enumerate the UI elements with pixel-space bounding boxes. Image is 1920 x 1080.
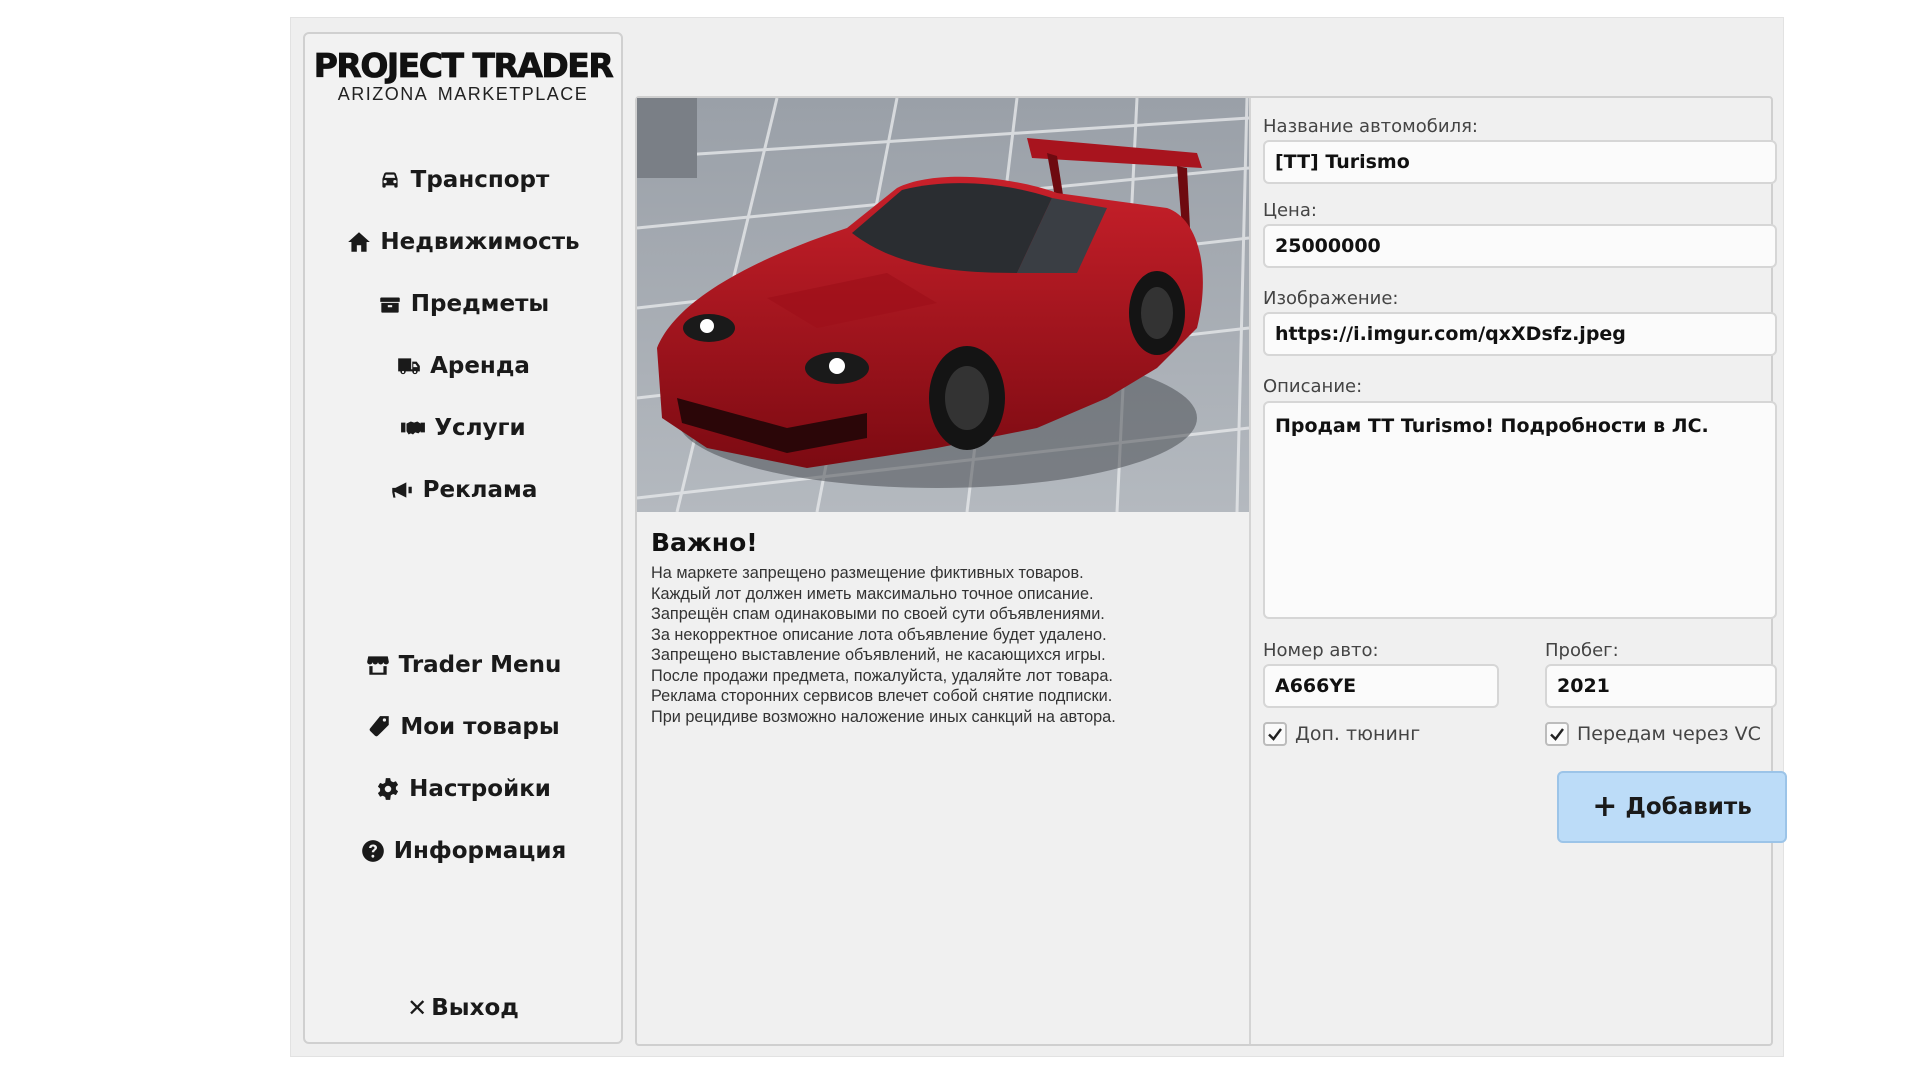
plate-input[interactable]: A666YE: [1263, 664, 1499, 708]
add-listing-button[interactable]: + Добавить: [1557, 771, 1787, 843]
close-icon: ✕: [407, 994, 428, 1022]
price-label: Цена:: [1263, 200, 1317, 221]
notice-line: Запрещено выставление объявлений, не кас…: [651, 646, 1106, 664]
nav-label: Предметы: [410, 291, 550, 317]
sidebar: PROJECT TRADER ARIZONA MARKETPLACE Транс…: [303, 32, 623, 1044]
nav-label: Настройки: [409, 776, 551, 802]
nav-label: Недвижимость: [380, 229, 580, 255]
tuning-label: Доп. тюнинг: [1295, 723, 1421, 745]
plus-icon: +: [1592, 789, 1618, 824]
nav-label: Информация: [393, 838, 567, 864]
nav-item-services[interactable]: Услуги: [305, 397, 621, 459]
add-button-label: Добавить: [1625, 794, 1752, 820]
home-icon: [348, 232, 371, 252]
notice-line: Запрещён спам одинаковыми по своей сути …: [651, 605, 1105, 623]
description-textarea[interactable]: Продам TT Turismo! Подробности в ЛС.: [1263, 401, 1777, 619]
nav-item-info[interactable]: Информация: [305, 820, 621, 882]
nav-item-settings[interactable]: Настройки: [305, 758, 621, 820]
notice-line: При рецидиве возможно наложение иных сан…: [651, 707, 1116, 726]
nav-item-my-items[interactable]: Мои товары: [305, 696, 621, 758]
checkmark-icon: [1550, 728, 1564, 741]
nav-label: Мои товары: [400, 714, 560, 740]
important-notice: Важно! На маркете запрещено размещение ф…: [651, 528, 1241, 727]
nav-item-realty[interactable]: Недвижимость: [305, 211, 621, 273]
notice-heading: Важно!: [651, 528, 758, 557]
panel-divider: [1249, 98, 1251, 1044]
exit-button[interactable]: ✕ Выход: [305, 994, 621, 1022]
car-icon: [382, 172, 398, 188]
listing-panel: Важно! На маркете запрещено размещение ф…: [635, 96, 1787, 1046]
store-icon: [366, 656, 389, 675]
trader-window: PROJECT TRADER ARIZONA MARKETPLACE Транс…: [290, 17, 1787, 1057]
nav-label: Реклама: [422, 477, 538, 503]
nav-item-items[interactable]: Предметы: [305, 273, 621, 335]
nav-item-transport[interactable]: Транспорт: [305, 149, 621, 211]
description-label: Описание:: [1263, 376, 1363, 397]
mileage-input[interactable]: 2021: [1545, 664, 1777, 708]
box-icon: [380, 297, 400, 313]
mileage-label: Пробег:: [1545, 640, 1619, 661]
car-name-label: Название автомобиля:: [1263, 116, 1478, 137]
truck-icon: [398, 358, 420, 375]
image-url-input[interactable]: https://i.imgur.com/qxXDsfz.jpeg: [1263, 312, 1777, 356]
gear-icon: [378, 778, 399, 800]
logo-title: PROJECT TRADER: [313, 46, 614, 85]
price-input[interactable]: 25000000: [1263, 224, 1777, 268]
checkmark-icon: [1268, 728, 1282, 741]
nav-item-rent[interactable]: Аренда: [305, 335, 621, 397]
image-label: Изображение:: [1263, 288, 1399, 309]
question-icon: [361, 840, 384, 862]
listing-form: Название автомобиля: [TT] Turismo Цена: …: [1263, 98, 1787, 1044]
notice-line: На маркете запрещено размещение фиктивны…: [651, 564, 1084, 582]
nav-label: Транспорт: [410, 167, 550, 193]
exit-label: Выход: [431, 995, 519, 1021]
nav-label: Trader Menu: [398, 652, 562, 678]
notice-line: Каждый лот должен иметь максимально точн…: [651, 584, 1094, 603]
notice-line: После продажи предмета, пожалуйста, удал…: [651, 666, 1113, 685]
vc-transfer-label: Передам через VC: [1577, 723, 1761, 745]
nav-label: Аренда: [430, 353, 530, 379]
car-name-input[interactable]: [TT] Turismo: [1263, 140, 1777, 184]
nav-item-ads[interactable]: Реклама: [305, 459, 621, 521]
tuning-checkbox[interactable]: Доп. тюнинг: [1263, 722, 1420, 746]
nav-label: Услуги: [434, 415, 526, 441]
nav-item-trader-menu[interactable]: Trader Menu: [305, 634, 621, 696]
notice-line: Реклама сторонних сервисов влечет собой …: [651, 687, 1113, 705]
vc-transfer-checkbox[interactable]: Передам через VC: [1545, 722, 1761, 746]
plate-label: Номер авто:: [1263, 640, 1379, 661]
checkbox-box[interactable]: [1263, 722, 1287, 746]
handshake-icon: [401, 421, 426, 435]
nav-main: Транспорт Недвижимость Предметы Аренда У…: [305, 149, 621, 521]
nav-secondary: Trader Menu Мои товары Настройки Информа…: [305, 634, 621, 882]
notice-line: За некорректное описание лота объявление…: [651, 625, 1107, 644]
checkbox-box[interactable]: [1545, 722, 1569, 746]
megaphone-icon: [391, 482, 412, 498]
logo-subtitle: ARIZONA MARKETPLACE: [337, 84, 589, 104]
logo: PROJECT TRADER ARIZONA MARKETPLACE: [305, 46, 621, 104]
tag-icon: [370, 716, 390, 737]
car-preview-image: [637, 98, 1249, 512]
